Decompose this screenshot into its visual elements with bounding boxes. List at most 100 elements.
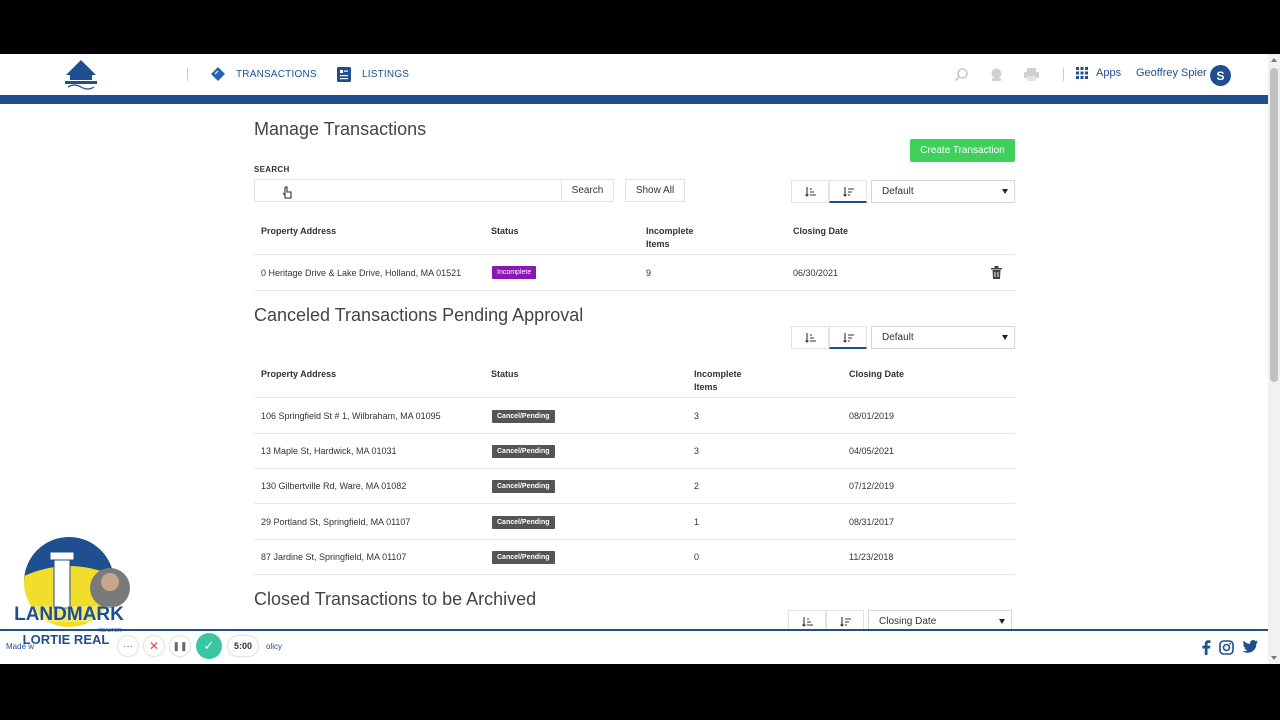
manage-sort-select[interactable]: Default <box>871 180 1015 203</box>
col-header-status: Status <box>491 369 519 379</box>
instagram-icon[interactable] <box>1219 640 1234 655</box>
closed-transactions-title: Closed Transactions to be Archived <box>254 589 537 609</box>
col-header-incomplete: Incomplete Items <box>646 225 694 251</box>
recording-timer: 5:00 <box>228 636 258 656</box>
more-options-button[interactable]: ··· <box>118 636 138 656</box>
tools-divider <box>1063 68 1064 81</box>
col-header-closing: Closing Date <box>849 369 905 379</box>
recorder-controls: ··· ✕ ❚❚ ✓ 5:00 <box>118 633 258 659</box>
closed-sort-select-value: Closing Date <box>879 616 937 627</box>
create-transaction-button[interactable]: Create Transaction <box>910 139 1015 162</box>
row-incomplete-count: 3 <box>694 411 700 421</box>
col-header-incomplete-line1: Incomplete <box>694 369 742 379</box>
row-closing-date: 07/12/2019 <box>849 481 895 491</box>
table-divider <box>254 433 1015 434</box>
sort-ascending-icon <box>801 617 813 627</box>
footer-policy-link[interactable]: olicy <box>266 642 282 651</box>
row-address[interactable]: 87 Jardine St, Springfield, MA 01107 <box>261 552 406 562</box>
user-avatar[interactable]: S <box>1210 65 1231 86</box>
twitter-icon[interactable] <box>1243 640 1258 653</box>
sort-descending-icon <box>839 617 851 627</box>
row-address[interactable]: 130 Gilbertville Rd, Ware, MA 01082 <box>261 481 406 491</box>
table-divider <box>254 503 1015 504</box>
search-input[interactable] <box>254 179 561 202</box>
col-header-address: Property Address <box>261 226 337 236</box>
sort-ascending-button[interactable] <box>791 180 829 203</box>
apps-menu[interactable]: Apps <box>1076 67 1121 79</box>
nav-transactions-label: TRANSACTIONS <box>236 68 317 80</box>
sort-descending-icon <box>842 332 854 343</box>
trash-icon[interactable] <box>991 266 1002 279</box>
canceled-sort-select[interactable]: Default <box>871 326 1015 349</box>
nav-listings-label: LISTINGS <box>362 69 410 80</box>
finish-recording-button[interactable]: ✓ <box>196 633 222 659</box>
col-header-status: Status <box>491 226 519 236</box>
scroll-thumb[interactable] <box>1270 68 1278 382</box>
row-incomplete-count: 1 <box>694 517 700 527</box>
status-badge: Cancel/Pending <box>492 445 555 458</box>
canceled-sort-select-value: Default <box>882 332 914 343</box>
discard-recording-button[interactable]: ✕ <box>144 636 164 656</box>
header-band <box>0 95 1268 104</box>
table-divider <box>254 539 1015 540</box>
sort-ascending-icon <box>804 333 816 343</box>
overlay-logo-text: LANDMARK <box>14 604 124 625</box>
sort-direction-toggle <box>791 180 867 203</box>
top-nav-bar: TRANSACTIONS LISTINGS Apps Geoffrey Spie… <box>0 54 1268 95</box>
sort-descending-button[interactable] <box>829 180 867 203</box>
row-address[interactable]: 106 Springfield St # 1, Wilbraham, MA 01… <box>261 411 441 421</box>
status-badge: Cancel/Pending <box>492 551 555 564</box>
status-badge: Incomplete <box>492 266 537 279</box>
user-name[interactable]: Geoffrey Spier <box>1136 67 1207 79</box>
search-button[interactable]: Search <box>561 179 614 202</box>
manage-sort-select-value: Default <box>882 186 914 197</box>
table-divider <box>254 254 1015 255</box>
search-label: SEARCH <box>254 165 290 174</box>
tag-icon <box>211 67 225 81</box>
scroll-down-arrow-icon[interactable] <box>1271 656 1277 660</box>
row-incomplete-count: 9 <box>646 268 652 278</box>
row-address[interactable]: 0 Heritage Drive & Lake Drive, Holland, … <box>261 268 461 278</box>
col-header-incomplete-line2: Items <box>694 382 718 392</box>
landmark-lortie-overlay-logo-icon: LANDMARK REALTOR LORTIE REAL <box>10 537 130 647</box>
sort-descending-icon <box>842 186 854 197</box>
landmark-logo-icon[interactable] <box>62 57 100 91</box>
apps-grid-icon <box>1076 67 1088 79</box>
sort-direction-toggle <box>791 326 867 349</box>
row-closing-date: 06/30/2021 <box>793 268 839 278</box>
nav-transactions[interactable]: TRANSACTIONS <box>210 66 317 82</box>
sort-ascending-button[interactable] <box>791 326 829 349</box>
manage-transactions-title: Manage Transactions <box>254 119 427 139</box>
apps-label: Apps <box>1096 67 1122 79</box>
support-headset-icon[interactable] <box>989 67 1004 82</box>
row-closing-date: 04/05/2021 <box>849 446 895 456</box>
chevron-down-icon <box>999 619 1005 624</box>
row-incomplete-count: 3 <box>694 446 700 456</box>
col-header-incomplete: Incomplete Items <box>694 368 742 394</box>
col-header-incomplete-line2: Items <box>646 239 670 249</box>
table-divider <box>254 290 1015 291</box>
facebook-icon[interactable] <box>1201 640 1211 655</box>
scroll-up-arrow-icon[interactable] <box>1271 58 1277 62</box>
row-address[interactable]: 13 Maple St, Hardwick, MA 01031 <box>261 446 397 456</box>
row-incomplete-count: 2 <box>694 481 700 491</box>
overlay-logo-subtext: LORTIE REAL <box>23 632 110 647</box>
row-closing-date: 08/31/2017 <box>849 517 895 527</box>
status-badge: Cancel/Pending <box>492 480 555 493</box>
row-closing-date: 08/01/2019 <box>849 411 895 421</box>
search-icon[interactable] <box>954 67 969 82</box>
row-incomplete-count: 0 <box>694 552 700 562</box>
page-scrollbar[interactable] <box>1268 54 1280 664</box>
sort-descending-button[interactable] <box>829 326 867 349</box>
pause-recording-button[interactable]: ❚❚ <box>170 636 190 656</box>
mouse-cursor-icon <box>282 186 292 199</box>
show-all-button[interactable]: Show All <box>625 179 685 202</box>
chevron-down-icon <box>1002 189 1008 194</box>
row-closing-date: 11/23/2018 <box>849 552 894 562</box>
print-icon[interactable] <box>1023 67 1040 82</box>
nav-divider <box>187 68 188 81</box>
canceled-transactions-title: Canceled Transactions Pending Approval <box>254 305 584 325</box>
listings-document-icon <box>337 67 351 82</box>
nav-listings[interactable]: LISTINGS <box>336 66 409 83</box>
row-address[interactable]: 29 Portland St, Springfield, MA 01107 <box>261 517 410 527</box>
